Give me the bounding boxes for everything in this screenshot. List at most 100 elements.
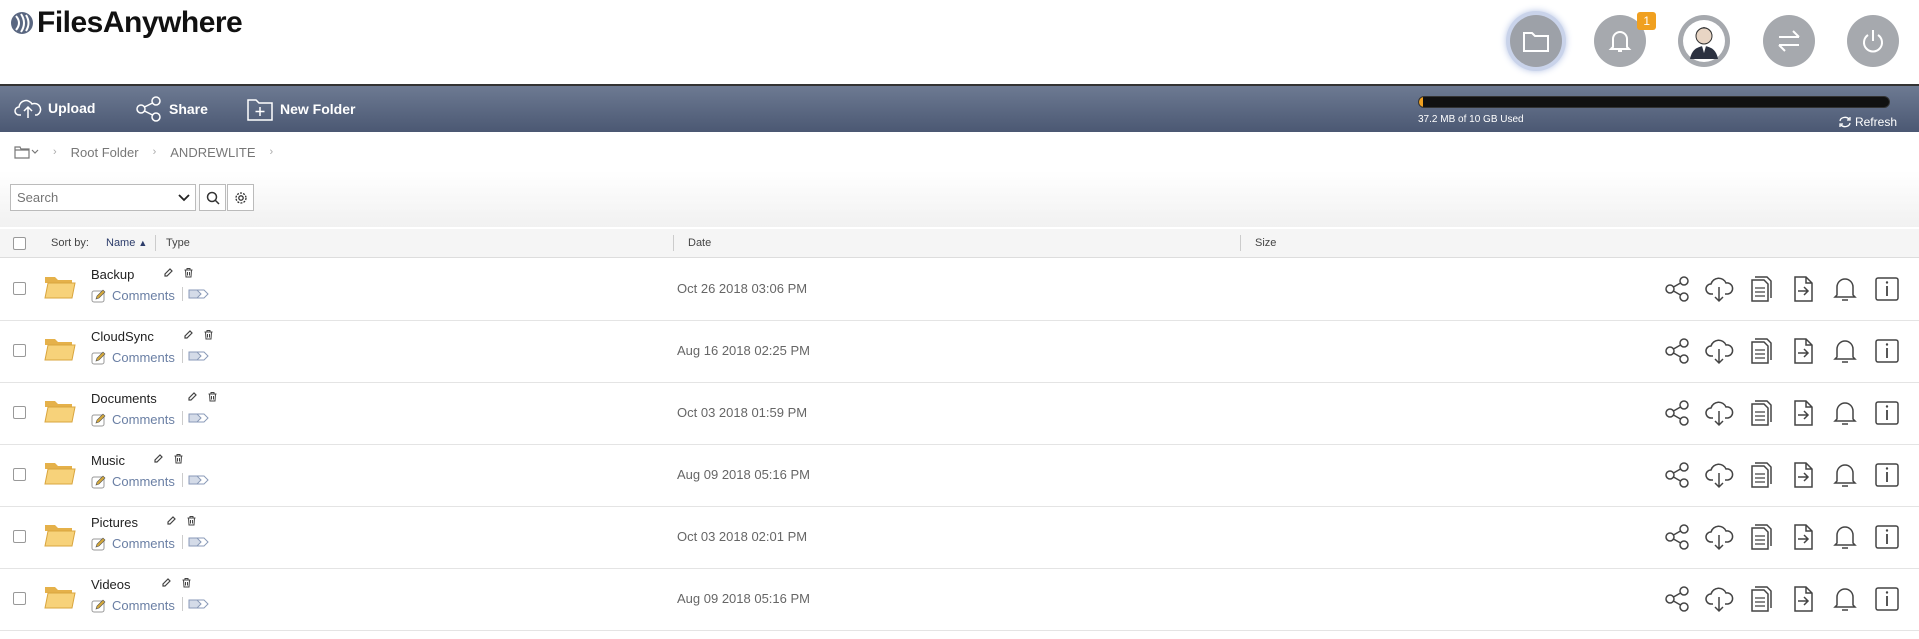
table-row[interactable]: Documents Comments Oct 03 2018 01:59 PM (0, 382, 1919, 445)
item-name[interactable]: Documents (91, 391, 157, 406)
logout-button[interactable] (1847, 15, 1899, 67)
refresh-button[interactable]: Refresh (1838, 115, 1897, 129)
move-document-icon[interactable] (1788, 584, 1818, 614)
cloud-download-icon[interactable] (1704, 274, 1734, 304)
bell-icon[interactable] (1830, 460, 1860, 490)
search-button[interactable] (199, 184, 226, 211)
row-checkbox[interactable] (13, 344, 26, 357)
breadcrumb-current-folder[interactable]: ANDREWLITE (170, 145, 255, 160)
transfer-button[interactable] (1763, 15, 1815, 67)
row-checkbox[interactable] (13, 592, 26, 605)
new-folder-button[interactable]: New Folder (246, 96, 355, 122)
share-icon[interactable] (1662, 584, 1692, 614)
table-row[interactable]: CloudSync Comments Aug 16 2018 02:25 PM (0, 320, 1919, 383)
rename-pencil-icon[interactable] (166, 515, 177, 526)
tags-icon[interactable] (182, 473, 211, 487)
move-document-icon[interactable] (1788, 460, 1818, 490)
rename-pencil-icon[interactable] (183, 329, 194, 340)
delete-trash-icon[interactable] (173, 453, 184, 464)
copy-document-icon[interactable] (1746, 274, 1776, 304)
info-icon[interactable] (1872, 584, 1902, 614)
table-row[interactable]: Pictures Comments Oct 03 2018 02:01 PM (0, 506, 1919, 569)
folder-icon[interactable] (44, 522, 76, 548)
folder-icon[interactable] (44, 336, 76, 362)
folder-icon[interactable] (44, 274, 76, 300)
table-row[interactable]: Videos Comments Aug 09 2018 05:16 PM (0, 568, 1919, 631)
tags-icon[interactable] (182, 349, 211, 363)
cloud-download-icon[interactable] (1704, 522, 1734, 552)
folders-button[interactable] (1510, 15, 1562, 67)
upload-button[interactable]: Upload (14, 96, 95, 120)
sort-type-column[interactable]: Type (166, 237, 190, 249)
comments-link[interactable]: Comments (91, 350, 175, 365)
delete-trash-icon[interactable] (181, 577, 192, 588)
move-document-icon[interactable] (1788, 398, 1818, 428)
folder-tree-toggle[interactable] (14, 145, 39, 159)
delete-trash-icon[interactable] (183, 267, 194, 278)
row-checkbox[interactable] (13, 468, 26, 481)
item-name[interactable]: Pictures (91, 515, 138, 530)
delete-trash-icon[interactable] (186, 515, 197, 526)
tags-icon[interactable] (182, 411, 211, 425)
search-input[interactable] (11, 189, 169, 206)
bell-icon[interactable] (1830, 336, 1860, 366)
bell-icon[interactable] (1830, 584, 1860, 614)
share-icon[interactable] (1662, 274, 1692, 304)
logo[interactable]: FilesAnywhere (10, 6, 243, 40)
search-settings-button[interactable] (227, 184, 254, 211)
delete-trash-icon[interactable] (203, 329, 214, 340)
tags-icon[interactable] (182, 535, 211, 549)
bell-icon[interactable] (1830, 398, 1860, 428)
notifications-button[interactable]: 1 (1594, 12, 1656, 67)
share-icon[interactable] (1662, 522, 1692, 552)
copy-document-icon[interactable] (1746, 522, 1776, 552)
breadcrumb-root-folder[interactable]: Root Folder (71, 145, 139, 160)
comments-link[interactable]: Comments (91, 474, 175, 489)
info-icon[interactable] (1872, 274, 1902, 304)
cloud-download-icon[interactable] (1704, 398, 1734, 428)
copy-document-icon[interactable] (1746, 584, 1776, 614)
move-document-icon[interactable] (1788, 274, 1818, 304)
rename-pencil-icon[interactable] (153, 453, 164, 464)
chevron-down-icon[interactable] (177, 193, 191, 203)
rename-pencil-icon[interactable] (163, 267, 174, 278)
bell-icon[interactable] (1830, 274, 1860, 304)
move-document-icon[interactable] (1788, 522, 1818, 552)
tags-icon[interactable] (182, 597, 211, 611)
share-icon[interactable] (1662, 336, 1692, 366)
tags-icon[interactable] (182, 287, 211, 301)
bell-icon[interactable] (1830, 522, 1860, 552)
item-name[interactable]: Backup (91, 267, 134, 282)
delete-trash-icon[interactable] (207, 391, 218, 402)
info-icon[interactable] (1872, 522, 1902, 552)
comments-link[interactable]: Comments (91, 288, 175, 303)
move-document-icon[interactable] (1788, 336, 1818, 366)
cloud-download-icon[interactable] (1704, 584, 1734, 614)
rename-pencil-icon[interactable] (187, 391, 198, 402)
folder-icon[interactable] (44, 584, 76, 610)
info-icon[interactable] (1872, 398, 1902, 428)
profile-button[interactable] (1678, 15, 1730, 67)
sort-date-column[interactable]: Date (688, 237, 711, 249)
copy-document-icon[interactable] (1746, 460, 1776, 490)
sort-size-column[interactable]: Size (1255, 237, 1276, 249)
comments-link[interactable]: Comments (91, 536, 175, 551)
row-checkbox[interactable] (13, 282, 26, 295)
info-icon[interactable] (1872, 460, 1902, 490)
cloud-download-icon[interactable] (1704, 460, 1734, 490)
comments-link[interactable]: Comments (91, 412, 175, 427)
share-icon[interactable] (1662, 398, 1692, 428)
select-all-checkbox[interactable] (13, 237, 26, 250)
item-name[interactable]: Videos (91, 577, 131, 592)
rename-pencil-icon[interactable] (161, 577, 172, 588)
table-row[interactable]: Backup Comments Oct 26 2018 03:06 PM (0, 258, 1919, 321)
table-row[interactable]: Music Comments Aug 09 2018 05:16 PM (0, 444, 1919, 507)
share-icon[interactable] (1662, 460, 1692, 490)
folder-icon[interactable] (44, 460, 76, 486)
info-icon[interactable] (1872, 336, 1902, 366)
copy-document-icon[interactable] (1746, 336, 1776, 366)
row-checkbox[interactable] (13, 406, 26, 419)
cloud-download-icon[interactable] (1704, 336, 1734, 366)
item-name[interactable]: Music (91, 453, 125, 468)
comments-link[interactable]: Comments (91, 598, 175, 613)
